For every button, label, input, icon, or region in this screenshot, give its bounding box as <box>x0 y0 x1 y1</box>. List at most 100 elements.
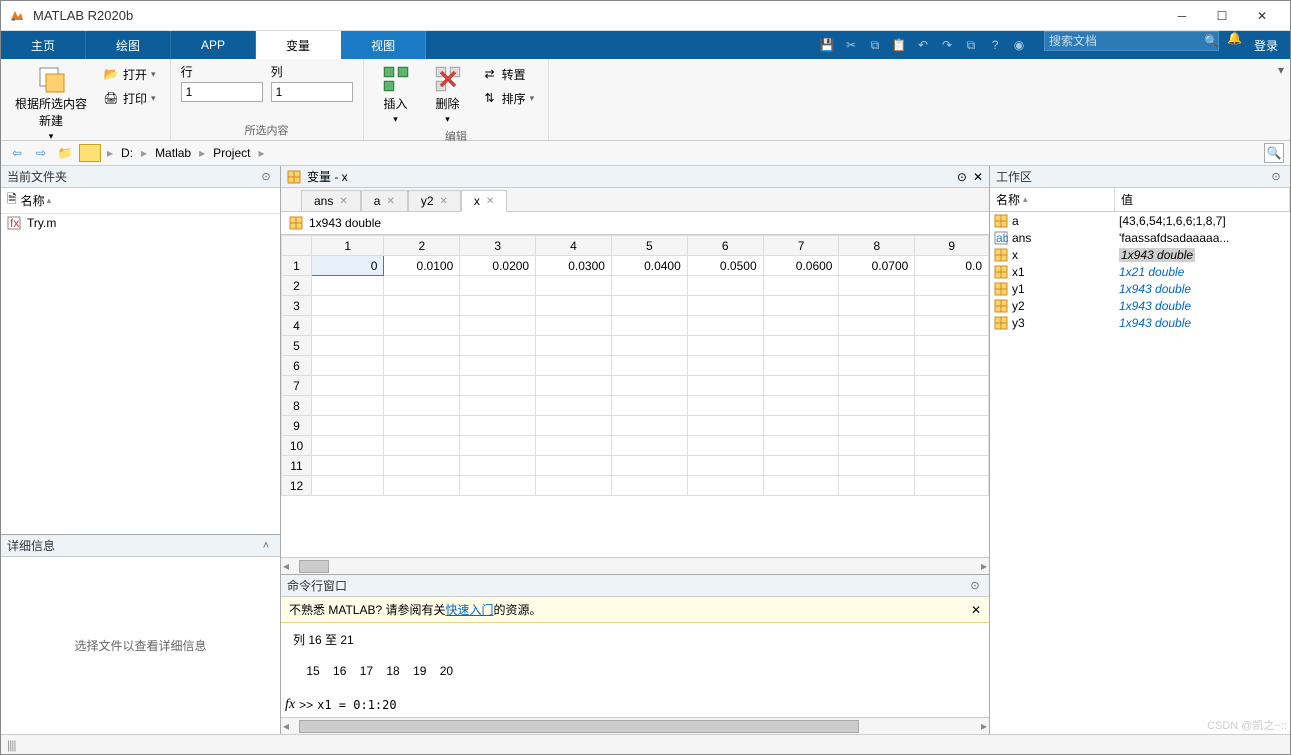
grid-row-header[interactable]: 12 <box>282 476 312 496</box>
grid-cell[interactable]: 0.0200 <box>460 256 536 276</box>
undo-icon[interactable]: ↶ <box>914 36 932 54</box>
grid-cell[interactable] <box>687 316 763 336</box>
grid-cell[interactable] <box>611 476 687 496</box>
path-search-icon[interactable]: 🔍 <box>1264 143 1284 163</box>
horizontal-scrollbar[interactable]: ◂ ▸ <box>281 557 989 574</box>
file-row[interactable]: fx Try.m <box>1 214 280 232</box>
grid-cell[interactable] <box>915 296 989 316</box>
tab-close-icon[interactable]: ✕ <box>386 196 394 207</box>
grid-cell[interactable] <box>460 356 536 376</box>
grid-col-header[interactable]: 9 <box>915 236 989 256</box>
grid-cell[interactable] <box>839 396 915 416</box>
grid-cell[interactable] <box>915 396 989 416</box>
grid-cell[interactable] <box>311 436 383 456</box>
grid-col-header[interactable]: 3 <box>460 236 536 256</box>
grid-cell[interactable]: 0.0100 <box>384 256 460 276</box>
grid-cell[interactable]: 0.0300 <box>536 256 612 276</box>
grid-cell[interactable] <box>536 456 612 476</box>
copy-icon[interactable]: ⧉ <box>866 36 884 54</box>
cmd-horizontal-scrollbar[interactable]: ◂ ▸ <box>281 717 989 734</box>
grid-cell[interactable] <box>915 436 989 456</box>
tab-close-icon[interactable]: ✕ <box>440 196 448 207</box>
grid-cell[interactable] <box>460 456 536 476</box>
grid-cell[interactable] <box>460 476 536 496</box>
cut-icon[interactable]: ✂ <box>842 36 860 54</box>
workspace-row[interactable]: x1 1x21 double <box>990 263 1290 280</box>
grid-cell[interactable] <box>460 396 536 416</box>
grid-cell[interactable] <box>611 336 687 356</box>
grid-cell[interactable] <box>460 436 536 456</box>
tab-apps[interactable]: APP <box>171 31 256 59</box>
grid-cell[interactable] <box>460 336 536 356</box>
grid-cell[interactable] <box>763 376 839 396</box>
grid-cell[interactable] <box>687 476 763 496</box>
search-icon[interactable]: 🔍 <box>1204 34 1219 48</box>
quickstart-link[interactable]: 快速入门 <box>445 603 493 617</box>
grid-cell[interactable] <box>311 336 383 356</box>
grid-cell[interactable] <box>311 276 383 296</box>
fx-icon[interactable]: fx <box>285 697 295 713</box>
paste-icon[interactable]: 📋 <box>890 36 908 54</box>
hint-close-icon[interactable]: ✕ <box>971 603 981 617</box>
search-input[interactable] <box>1049 34 1204 48</box>
grid-cell[interactable] <box>763 276 839 296</box>
grid-cell[interactable] <box>536 336 612 356</box>
grid-cell[interactable] <box>687 456 763 476</box>
redo-icon[interactable]: ↷ <box>938 36 956 54</box>
grid-cell[interactable]: 0.0700 <box>839 256 915 276</box>
switch-windows-icon[interactable]: ⧉ <box>962 36 980 54</box>
grid-cell[interactable] <box>311 396 383 416</box>
nav-back-icon[interactable]: ⇦ <box>7 143 27 163</box>
command-prompt[interactable]: fx >> x1 = 0:1:20 <box>281 697 989 717</box>
grid-cell[interactable] <box>311 376 383 396</box>
tab-variable[interactable]: 变量 <box>256 31 341 59</box>
grid-row-header[interactable]: 8 <box>282 396 312 416</box>
grid-row-header[interactable]: 1 <box>282 256 312 276</box>
grid-cell[interactable] <box>311 316 383 336</box>
grid-cell[interactable] <box>763 336 839 356</box>
workspace-row[interactable]: y2 1x943 double <box>990 297 1290 314</box>
grid-cell[interactable] <box>611 276 687 296</box>
grid-cell[interactable] <box>687 296 763 316</box>
search-docs[interactable]: 🔍 <box>1044 31 1219 51</box>
grid-row-header[interactable]: 5 <box>282 336 312 356</box>
var-tab-y2[interactable]: y2✕ <box>408 190 461 211</box>
grid-cell[interactable] <box>763 296 839 316</box>
details-collapse-icon[interactable]: ˄ <box>258 538 274 554</box>
grid-cell[interactable] <box>687 416 763 436</box>
maximize-button[interactable]: ☐ <box>1202 2 1242 30</box>
grid-cell[interactable] <box>460 376 536 396</box>
grid-cell[interactable] <box>384 436 460 456</box>
tab-close-icon[interactable]: ✕ <box>339 196 347 207</box>
grid-cell[interactable] <box>915 456 989 476</box>
var-tab-x[interactable]: x✕ <box>461 190 507 212</box>
community-icon[interactable]: ◉ <box>1010 36 1028 54</box>
grid-cell[interactable] <box>611 376 687 396</box>
print-button[interactable]: 🖨打印 <box>99 87 160 109</box>
workspace-row[interactable]: abans 'faassafdsadaaaaa... <box>990 229 1290 246</box>
workspace-row[interactable]: x 1x943 double <box>990 246 1290 263</box>
nav-browse-icon[interactable] <box>79 144 101 162</box>
grid-cell[interactable] <box>915 356 989 376</box>
grid-cell[interactable] <box>536 296 612 316</box>
grid-cell[interactable] <box>915 476 989 496</box>
workspace-col-value[interactable]: 值 <box>1115 188 1290 211</box>
grid-cell[interactable] <box>763 456 839 476</box>
grid-cell[interactable] <box>687 356 763 376</box>
grid-cell[interactable] <box>460 316 536 336</box>
grid-cell[interactable] <box>536 416 612 436</box>
grid-cell[interactable] <box>536 276 612 296</box>
grid-cell[interactable] <box>763 416 839 436</box>
grid-row-header[interactable]: 7 <box>282 376 312 396</box>
login-button[interactable]: 登录 <box>1242 31 1290 59</box>
grid-cell[interactable] <box>384 276 460 296</box>
grid-cell[interactable] <box>384 336 460 356</box>
grid-cell[interactable] <box>915 316 989 336</box>
nav-forward-icon[interactable]: ⇨ <box>31 143 51 163</box>
insert-button[interactable]: 插入▾ <box>374 63 418 127</box>
grid-cell[interactable] <box>839 416 915 436</box>
grid-cell[interactable] <box>839 296 915 316</box>
row-input[interactable] <box>181 82 263 102</box>
grid-cell[interactable] <box>611 396 687 416</box>
grid-col-header[interactable]: 2 <box>384 236 460 256</box>
